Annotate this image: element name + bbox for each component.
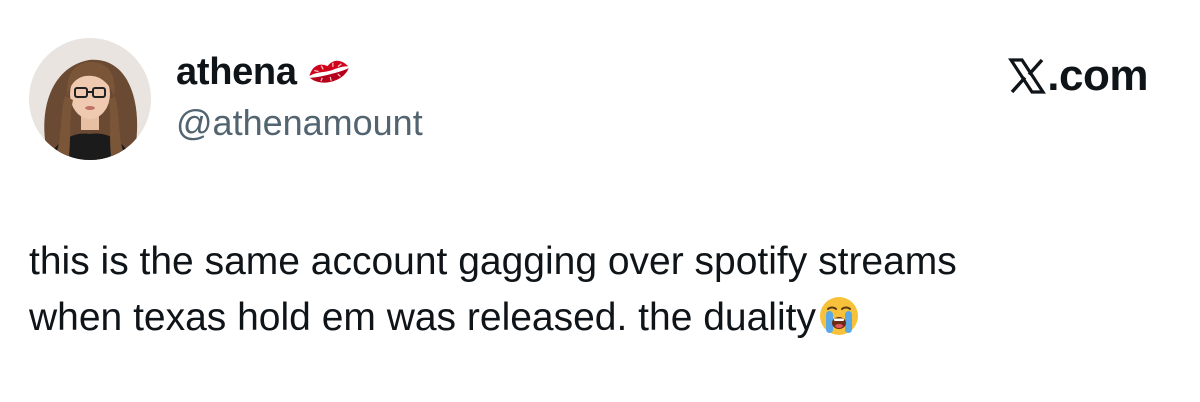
loudly-crying-face-icon xyxy=(817,294,861,338)
avatar[interactable] xyxy=(29,38,151,160)
x-logo-icon xyxy=(1007,56,1047,96)
tweet-line-2-text: when texas hold em was released. the dua… xyxy=(29,296,816,339)
kiss-mark-icon xyxy=(305,55,353,89)
tweet-line-2: when texas hold em was released. the dua… xyxy=(29,290,1179,346)
tweet-line-1: this is the same account gagging over sp… xyxy=(29,240,957,283)
handle[interactable]: @athenamount xyxy=(176,102,423,144)
tweet-card: athena @athenamount .com this is the sam… xyxy=(0,0,1200,402)
tweet-text: this is the same account gagging over sp… xyxy=(29,234,1179,346)
display-name-row: athena xyxy=(176,50,353,94)
avatar-image xyxy=(29,38,151,160)
site-domain: .com xyxy=(1047,51,1148,100)
display-name[interactable]: athena xyxy=(176,51,297,94)
site-badge: .com xyxy=(1007,51,1148,100)
